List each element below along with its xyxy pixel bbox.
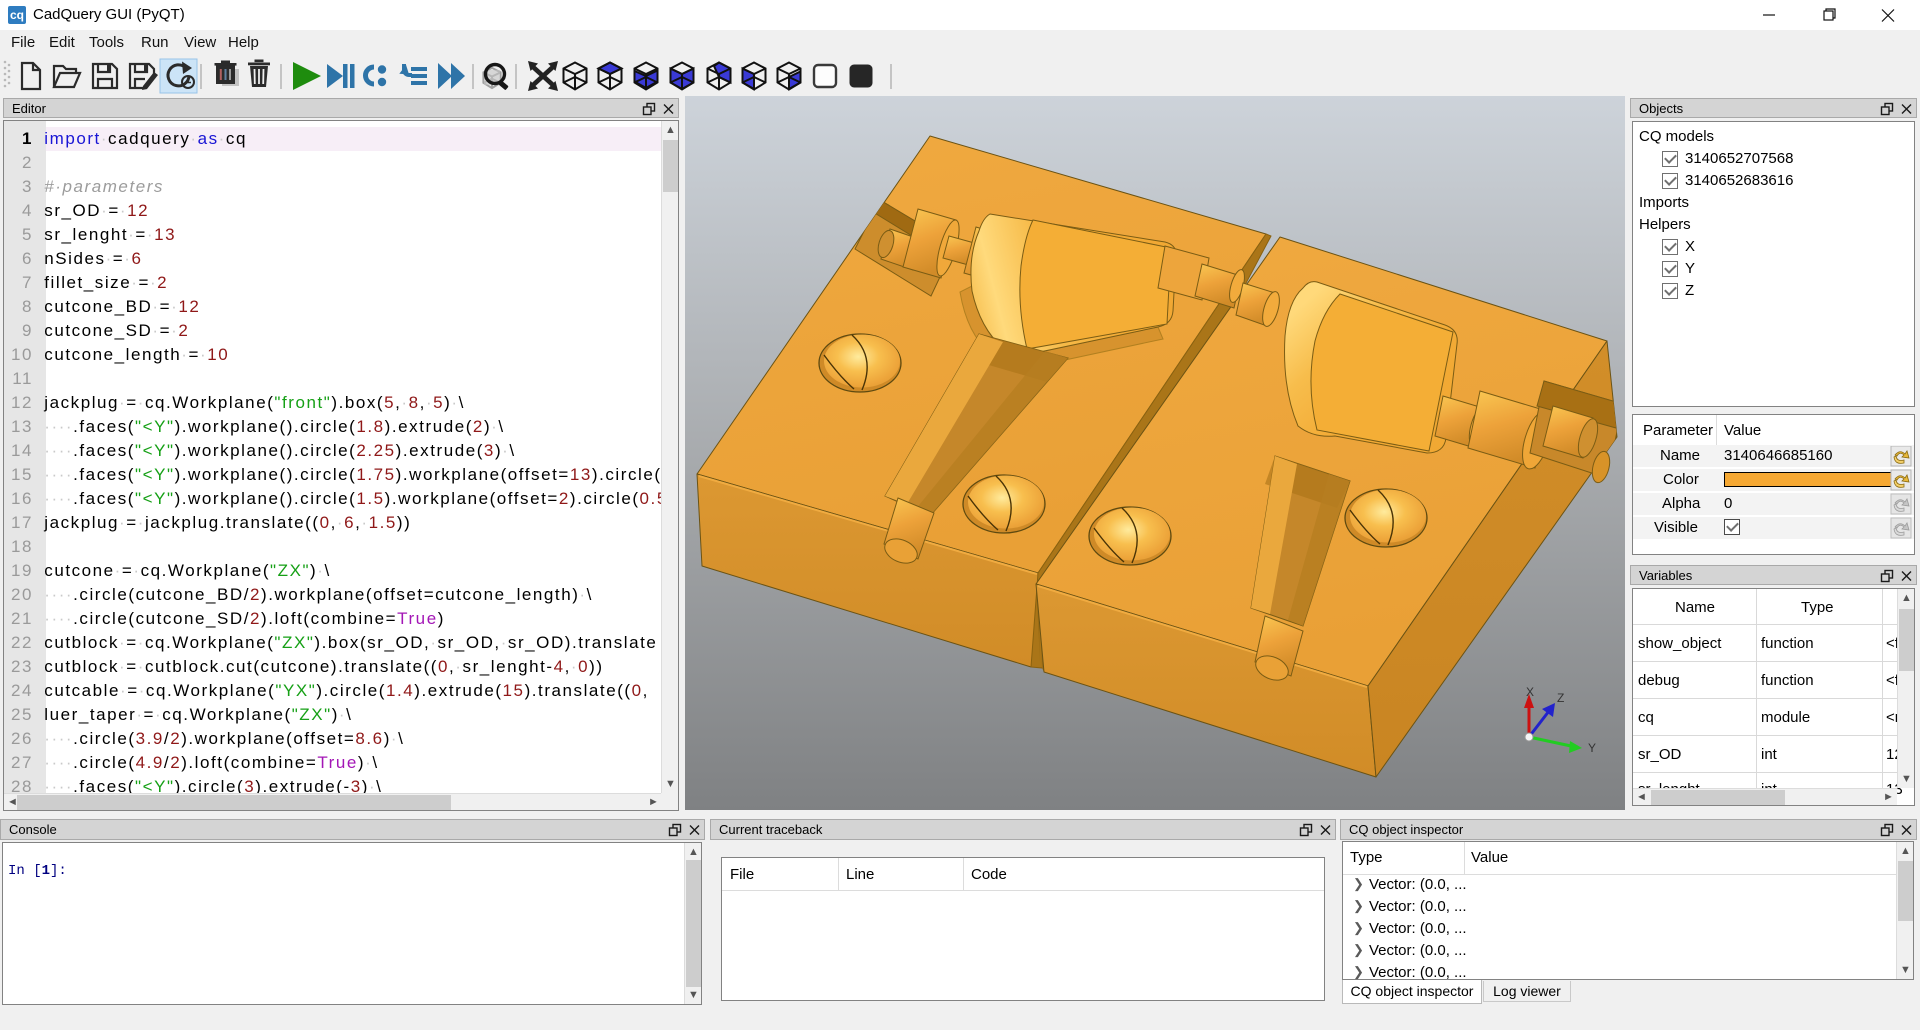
svg-text:Y: Y (1588, 741, 1596, 755)
svg-text:Z: Z (1557, 691, 1564, 705)
svg-text:X: X (1526, 685, 1534, 699)
